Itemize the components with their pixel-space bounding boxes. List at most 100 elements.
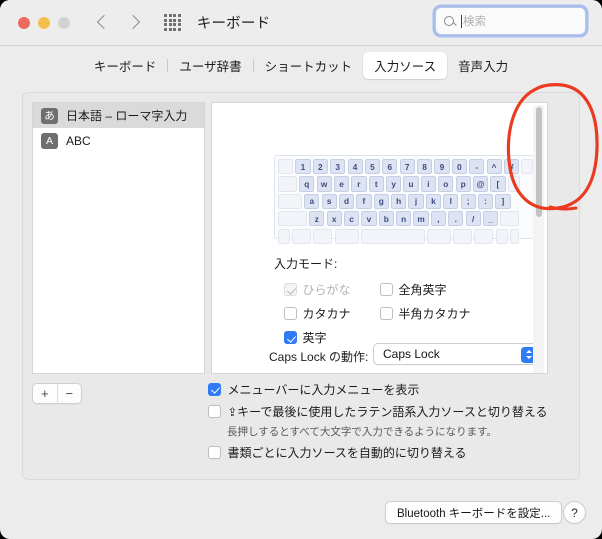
key: n	[396, 211, 412, 227]
key: :	[477, 193, 494, 209]
key-blank	[278, 193, 302, 209]
key: ¥	[503, 159, 520, 175]
forward-icon[interactable]	[127, 17, 138, 28]
key: u	[403, 176, 419, 192]
list-item[interactable]: A ABC	[33, 128, 204, 153]
input-mode-label: 入力モード:	[274, 257, 338, 271]
key: @	[472, 176, 489, 192]
checkbox-zenkaku-eiji[interactable]: 全角英字	[380, 281, 447, 298]
search-placeholder: 検索	[463, 16, 486, 28]
checkbox-label: 書類ごとに入力ソースを自動的に切り替える	[227, 446, 467, 460]
keyboard-layout-preview: 1 2 3 4 5 6 7 8 9 0 - ^ ¥ q w e r t y u …	[274, 155, 542, 244]
page-title: キーボード	[196, 16, 271, 32]
scrollbar-thumb[interactable]	[535, 107, 542, 217]
key-blank	[313, 228, 333, 244]
key: x	[326, 211, 342, 227]
key: z	[309, 211, 325, 227]
key-blank	[334, 228, 359, 244]
key-blank	[292, 228, 312, 244]
checkbox-label-text: キーで最後に使用したラテン語系入力ソースと切り替える	[237, 405, 548, 419]
close-button[interactable]	[18, 16, 30, 29]
keyboard-row	[278, 228, 538, 244]
key: ,	[430, 211, 446, 227]
key: 5	[364, 159, 381, 175]
key: r	[351, 176, 367, 192]
checkbox-eiji[interactable]: 英字	[284, 329, 327, 346]
key: /	[465, 211, 481, 227]
tab-dictation[interactable]: 音声入力	[447, 52, 519, 79]
key: ]	[495, 193, 511, 209]
list-item[interactable]: あ 日本語 – ローマ字入力	[33, 103, 204, 128]
checkbox-box[interactable]	[380, 307, 393, 320]
tab-keyboard[interactable]: キーボード	[83, 52, 168, 79]
add-source-button[interactable]: +	[33, 384, 58, 403]
caps-lock-label: Caps Lock の動作:	[269, 350, 369, 364]
add-remove-source-control[interactable]: + −	[32, 383, 82, 404]
key: 7	[399, 159, 415, 175]
input-sources-panel: あ 日本語 – ローマ字入力 A ABC + − 1 2 3 4 5 6 7 8…	[22, 92, 580, 480]
checkbox-label: 全角英字	[398, 283, 447, 297]
key: t	[368, 176, 384, 192]
key: m	[413, 211, 429, 227]
key: 9	[434, 159, 450, 175]
key-blank	[453, 228, 473, 244]
key: o	[438, 176, 454, 192]
remove-source-button[interactable]: −	[58, 384, 82, 403]
help-button[interactable]: ?	[563, 501, 586, 524]
key: .	[448, 211, 464, 227]
checkbox-box[interactable]	[208, 383, 221, 396]
list-item-label: 日本語 – ローマ字入力	[66, 109, 188, 123]
tab-user-dictionary[interactable]: ユーザ辞書	[168, 52, 252, 79]
key: 6	[382, 159, 398, 175]
key: c	[343, 211, 360, 227]
tab-bar: キーボード ユーザ辞書 ショートカット 入力ソース 音声入力	[0, 46, 602, 84]
key: 3	[330, 159, 346, 175]
capslock-hint-text: 長押しするとすべて大文字で入力できるようになります。	[227, 426, 498, 438]
key-blank	[278, 159, 294, 175]
key: j	[408, 193, 424, 209]
list-item-label: ABC	[66, 133, 91, 148]
show-all-grid-icon[interactable]	[164, 14, 181, 31]
key-blank	[495, 228, 508, 244]
search-input[interactable]: 検索	[435, 7, 586, 35]
checkbox-box[interactable]	[208, 446, 221, 459]
minimize-button[interactable]	[38, 16, 50, 29]
key: ;	[460, 193, 476, 209]
search-field-wrapper[interactable]: 検索	[435, 7, 586, 35]
key-blank	[278, 176, 297, 192]
checkbox-auto-switch-per-document[interactable]: 書類ごとに入力ソースを自動的に切り替える	[208, 446, 467, 460]
back-icon[interactable]	[98, 17, 109, 28]
setup-bluetooth-keyboard-button[interactable]: Bluetooth キーボードを設定...	[385, 501, 563, 524]
checkbox-box[interactable]	[208, 405, 221, 418]
preferences-window: キーボード 検索 キーボード ユーザ辞書 ショートカット 入力ソース 音声入力 …	[0, 0, 602, 539]
checkbox-box[interactable]	[284, 307, 297, 320]
checkbox-label: メニューバーに入力メニューを表示	[227, 383, 420, 397]
checkbox-box[interactable]	[380, 283, 393, 296]
vertical-scrollbar[interactable]	[533, 105, 544, 373]
key: 0	[451, 159, 467, 175]
tab-input-sources[interactable]: 入力ソース	[363, 51, 448, 79]
checkbox-show-input-menu[interactable]: メニューバーに入力メニューを表示	[208, 383, 419, 397]
search-icon	[444, 16, 454, 26]
key-blank	[278, 228, 290, 244]
tab-shortcuts[interactable]: ショートカット	[254, 52, 364, 79]
key: p	[455, 176, 471, 192]
checkbox-box[interactable]	[284, 331, 297, 344]
key: 2	[312, 159, 328, 175]
text-caret	[461, 14, 462, 28]
checkbox-katakana[interactable]: カタカナ	[284, 305, 351, 322]
traffic-lights	[18, 16, 70, 29]
key-blank	[500, 211, 520, 227]
caps-lock-select[interactable]: Caps Lock	[373, 343, 542, 365]
key: f	[356, 193, 372, 209]
checkbox-box	[284, 283, 297, 296]
key-blank	[521, 159, 534, 175]
checkbox-capslock-switch[interactable]: ⇪キーで最後に使用したラテン語系入力ソースと切り替える	[208, 405, 547, 420]
key: w	[316, 176, 332, 192]
key: 8	[417, 159, 433, 175]
key: v	[361, 211, 377, 227]
key-blank	[426, 228, 451, 244]
input-sources-list[interactable]: あ 日本語 – ローマ字入力 A ABC	[32, 102, 205, 374]
keyboard-row: a s d f g h j k l ; : ]	[278, 193, 538, 209]
checkbox-hankaku-katakana[interactable]: 半角カタカナ	[380, 305, 471, 322]
